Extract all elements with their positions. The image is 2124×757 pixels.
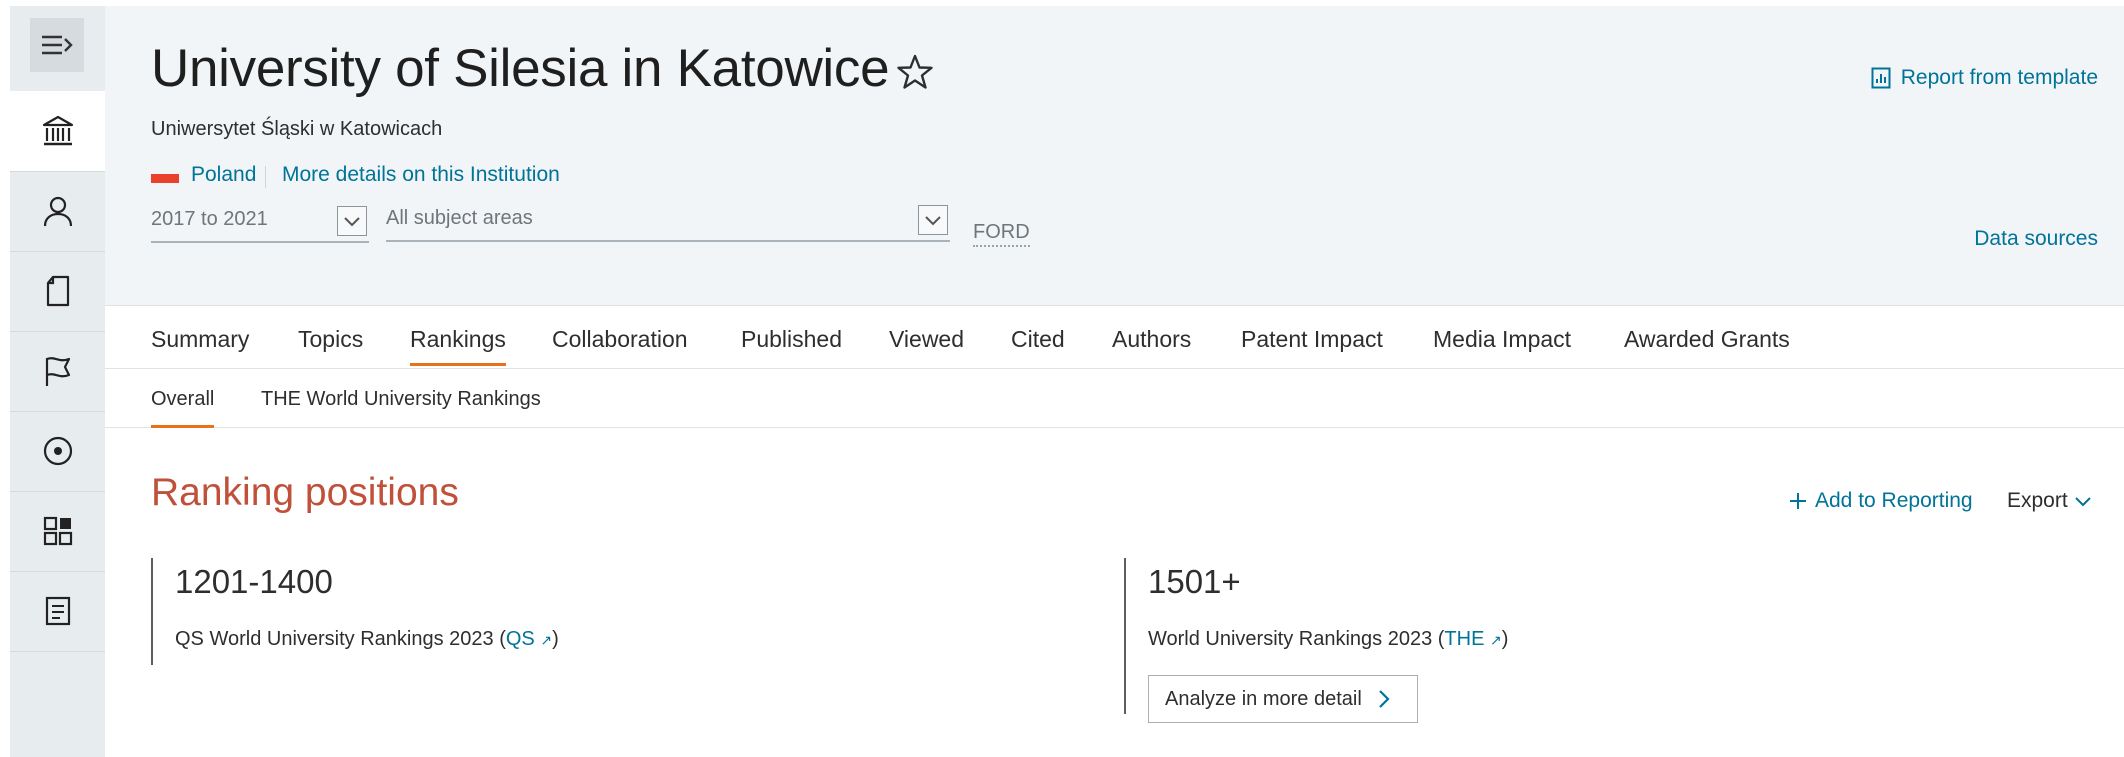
favorite-star-icon[interactable]: [895, 52, 935, 92]
sub-tabs: Overall THE World University Rankings: [105, 369, 2124, 428]
subtab-overall[interactable]: Overall: [151, 388, 215, 428]
rail-item-reports[interactable]: [10, 571, 105, 652]
ranking-position: 1501+: [1148, 563, 1241, 600]
ranking-source-close: ): [552, 628, 559, 650]
subtab-the-world-university-rankings[interactable]: THE World University Rankings: [261, 388, 541, 411]
navigation-rail: [10, 6, 105, 757]
menu-expand-icon: [42, 35, 73, 55]
page-title: University of Silesia in Katowice: [151, 39, 890, 98]
plus-icon: [1790, 493, 1806, 509]
person-icon: [43, 196, 72, 227]
tab-cited[interactable]: Cited: [1011, 326, 1065, 353]
ranking-card-qs: 1201-1400 QS World University Rankings 2…: [151, 558, 1053, 665]
country-link[interactable]: Poland: [191, 163, 256, 187]
tab-topics[interactable]: Topics: [298, 326, 363, 353]
ranking-source-text: World University Rankings 2023 (: [1148, 628, 1445, 650]
year-range-value: 2017 to 2021: [151, 207, 268, 230]
tab-media-impact[interactable]: Media Impact: [1433, 326, 1571, 353]
tab-rankings[interactable]: Rankings: [410, 326, 506, 366]
chevron-right-icon: [1379, 690, 1390, 708]
journal-icon: [46, 275, 69, 307]
section-title: Ranking positions: [151, 471, 459, 514]
target-icon: [43, 436, 72, 466]
qs-link[interactable]: QS ↗: [506, 628, 552, 650]
tab-viewed[interactable]: Viewed: [889, 326, 964, 353]
tab-patent-impact[interactable]: Patent Impact: [1241, 326, 1383, 353]
rail-item-institutions[interactable]: [10, 91, 105, 172]
the-link[interactable]: THE ↗: [1444, 628, 1501, 650]
report-icon: [45, 596, 70, 626]
dashboard-icon: [43, 516, 72, 546]
subject-areas-value: All subject areas: [386, 206, 533, 229]
chevron-down-icon: [2074, 497, 2091, 507]
ranking-source: World University Rankings 2023 (THE ↗): [1148, 628, 1508, 651]
ford-filter[interactable]: FORD: [973, 221, 1030, 247]
rail-item-dashboards[interactable]: [10, 491, 105, 572]
ranking-source-close: ): [1501, 628, 1509, 650]
analyze-button-label: Analyze in more detail: [1165, 687, 1362, 710]
more-details-link[interactable]: More details on this Institution: [282, 163, 560, 187]
flag-icon: [45, 357, 70, 386]
ranking-source: QS World University Rankings 2023 (QS ↗): [175, 628, 559, 651]
external-link-icon: ↗: [540, 632, 553, 648]
the-link-label: THE: [1444, 628, 1485, 650]
rail-item-researchers[interactable]: [10, 171, 105, 252]
tab-published[interactable]: Published: [741, 326, 842, 353]
rail-item-publications[interactable]: [10, 251, 105, 332]
data-sources-link[interactable]: Data sources: [1974, 227, 2098, 251]
add-to-reporting-label: Add to Reporting: [1815, 489, 1973, 512]
rail-item-topics[interactable]: [10, 411, 105, 492]
toggle-menu-button[interactable]: [30, 18, 84, 72]
external-link-icon: ↗: [1489, 632, 1502, 648]
qs-link-label: QS: [505, 628, 535, 650]
institution-native-name: Uniwersytet Śląski w Katowicach: [151, 118, 443, 140]
main-tabs: Summary Topics Rankings Collaboration Pu…: [105, 306, 2124, 369]
export-label: Export: [2007, 489, 2068, 512]
chevron-down-icon: [918, 205, 948, 235]
ranking-source-text: QS World University Rankings 2023 (: [175, 628, 506, 650]
report-link-label: Report from template: [1900, 66, 2098, 89]
tab-authors[interactable]: Authors: [1112, 326, 1191, 353]
chevron-down-icon: [337, 206, 367, 236]
report-from-template-link[interactable]: Report from template: [1871, 66, 2098, 90]
institution-icon: [42, 115, 73, 146]
tab-summary[interactable]: Summary: [151, 326, 249, 353]
divider: [265, 166, 266, 188]
poland-flag-icon: [151, 174, 179, 183]
tab-awarded-grants[interactable]: Awarded Grants: [1624, 326, 1790, 353]
add-to-reporting-button[interactable]: Add to Reporting: [1789, 489, 1973, 513]
subject-areas-select[interactable]: All subject areas: [386, 196, 950, 242]
year-range-select[interactable]: 2017 to 2021: [151, 197, 369, 243]
tab-collaboration[interactable]: Collaboration: [552, 326, 688, 353]
analyze-in-more-detail-button[interactable]: Analyze in more detail: [1148, 675, 1418, 723]
entity-header: University of Silesia in Katowice Uniwer…: [105, 6, 2124, 306]
export-button[interactable]: Export: [2007, 489, 2092, 513]
ranking-position: 1201-1400: [175, 563, 333, 600]
ranking-card-the: 1501+ World University Rankings 2023 (TH…: [1124, 558, 2026, 723]
rail-item-countries[interactable]: [10, 331, 105, 412]
report-chart-icon: [1871, 67, 1891, 89]
